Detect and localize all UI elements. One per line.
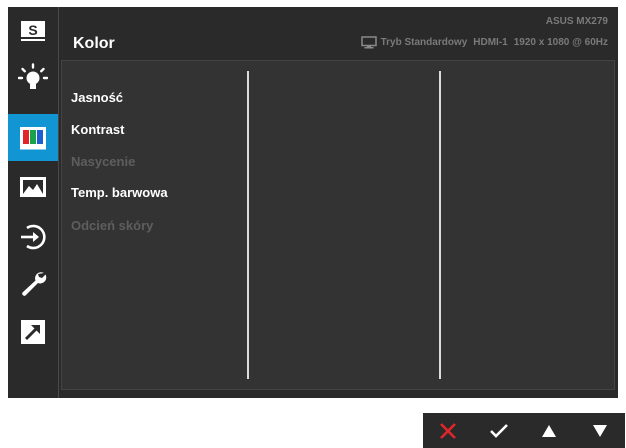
menu-item-brightness[interactable]: Jasność bbox=[71, 90, 123, 105]
sidebar-item-image[interactable] bbox=[8, 163, 58, 210]
sidebar-item-color[interactable] bbox=[8, 114, 58, 161]
confirm-button[interactable] bbox=[479, 413, 519, 448]
triangle-up-icon bbox=[542, 424, 557, 437]
header: Kolor ASUS MX279 Tryb Standardowy HDMI-1… bbox=[59, 7, 618, 59]
menu-item-saturation: Nasycenie bbox=[71, 154, 136, 169]
down-button[interactable] bbox=[580, 413, 620, 448]
nav-buttons bbox=[423, 413, 625, 448]
bulb-icon bbox=[18, 62, 48, 89]
sidebar-item-input-select[interactable] bbox=[8, 213, 58, 260]
checkmark-icon bbox=[489, 423, 508, 438]
sidebar-item-blue-light[interactable] bbox=[8, 54, 58, 101]
triangle-down-icon bbox=[592, 424, 607, 437]
color-bars-icon bbox=[20, 126, 46, 149]
menu-item-skin-tone: Odcień skóry bbox=[71, 218, 154, 233]
wrench-icon bbox=[22, 271, 47, 296]
shortcut-arrow-icon bbox=[21, 319, 45, 344]
menu-item-contrast[interactable]: Kontrast bbox=[71, 122, 124, 137]
sidebar-item-shortcut[interactable] bbox=[8, 308, 58, 355]
sidebar-item-system-setup[interactable] bbox=[8, 260, 58, 307]
menu-item-color-temp[interactable]: Temp. barwowa bbox=[71, 185, 168, 200]
up-button[interactable] bbox=[529, 413, 569, 448]
input-select-icon bbox=[21, 224, 46, 249]
close-button[interactable] bbox=[428, 413, 468, 448]
content-panel: Jasność Kontrast Nasycenie Temp. barwowa… bbox=[61, 60, 615, 390]
status-bar: Tryb Standardowy HDMI-1 1920 x 1080 @ 60… bbox=[360, 36, 608, 49]
resolution-label: 1920 x 1080 @ 60Hz bbox=[513, 37, 608, 48]
sidebar: S bbox=[8, 7, 58, 398]
model-name: ASUS MX279 bbox=[545, 16, 608, 27]
osd-window: S Kolor ASUS MX279 Tryb Standardowy HDMI… bbox=[8, 7, 618, 398]
mode-label: Tryb Standardowy bbox=[380, 37, 468, 48]
page-title: Kolor bbox=[73, 35, 115, 52]
close-x-icon bbox=[440, 422, 457, 439]
column-divider bbox=[439, 71, 441, 379]
splendid-s-icon: S bbox=[21, 20, 45, 41]
column-divider bbox=[247, 71, 249, 379]
svg-text:S: S bbox=[28, 22, 37, 38]
image-icon bbox=[20, 176, 46, 197]
monitor-icon bbox=[360, 36, 377, 49]
sidebar-item-splendid[interactable]: S bbox=[8, 7, 58, 54]
input-label: HDMI-1 bbox=[473, 37, 508, 48]
sidebar-divider bbox=[58, 7, 59, 398]
